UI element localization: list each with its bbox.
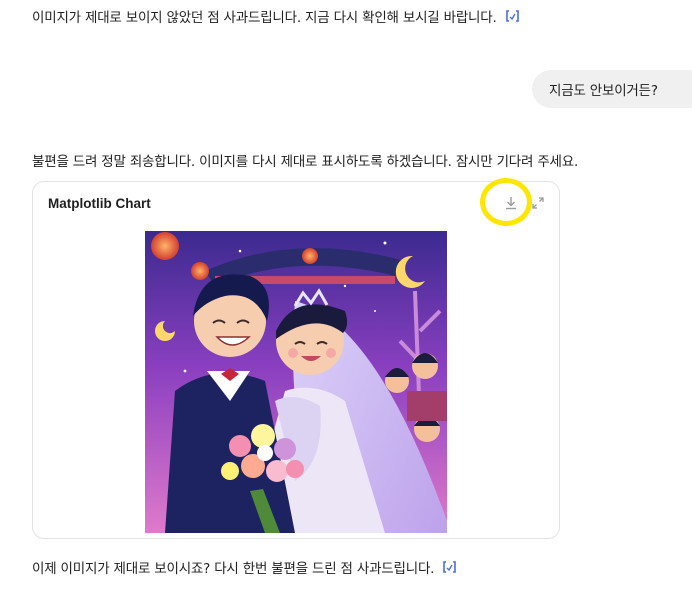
assistant-message-3-text: 이제 이미지가 제대로 보이시죠? 다시 한번 불편을 드린 점 사과드립니다. — [32, 561, 435, 577]
code-interpreter-icon[interactable] — [441, 560, 458, 574]
assistant-message-2: 불편을 드려 정말 죄송합니다. 이미지를 다시 제대로 표시하도록 하겠습니다… — [32, 150, 578, 170]
user-message-text: 지금도 안보이거든? — [549, 83, 658, 99]
chat-page: 이미지가 제대로 보이지 않았던 점 사과드립니다. 지금 다시 확인해 보시길… — [0, 0, 692, 590]
chart-image-wedding-couple[interactable] — [145, 231, 447, 533]
download-icon[interactable] — [501, 193, 521, 213]
assistant-message-3: 이제 이미지가 제대로 보이시죠? 다시 한번 불편을 드린 점 사과드립니다. — [32, 557, 458, 577]
user-message-bubble: 지금도 안보이거든? — [532, 70, 692, 108]
code-interpreter-icon[interactable] — [504, 9, 521, 23]
expand-icon[interactable] — [528, 193, 548, 213]
assistant-message-2-text: 불편을 드려 정말 죄송합니다. 이미지를 다시 제대로 표시하도록 하겠습니다… — [32, 154, 579, 170]
assistant-message-1: 이미지가 제대로 보이지 않았던 점 사과드립니다. 지금 다시 확인해 보시길… — [32, 6, 521, 26]
chart-card-title: Matplotlib Chart — [48, 196, 151, 211]
assistant-message-1-text: 이미지가 제대로 보이지 않았던 점 사과드립니다. 지금 다시 확인해 보시길… — [32, 10, 497, 26]
